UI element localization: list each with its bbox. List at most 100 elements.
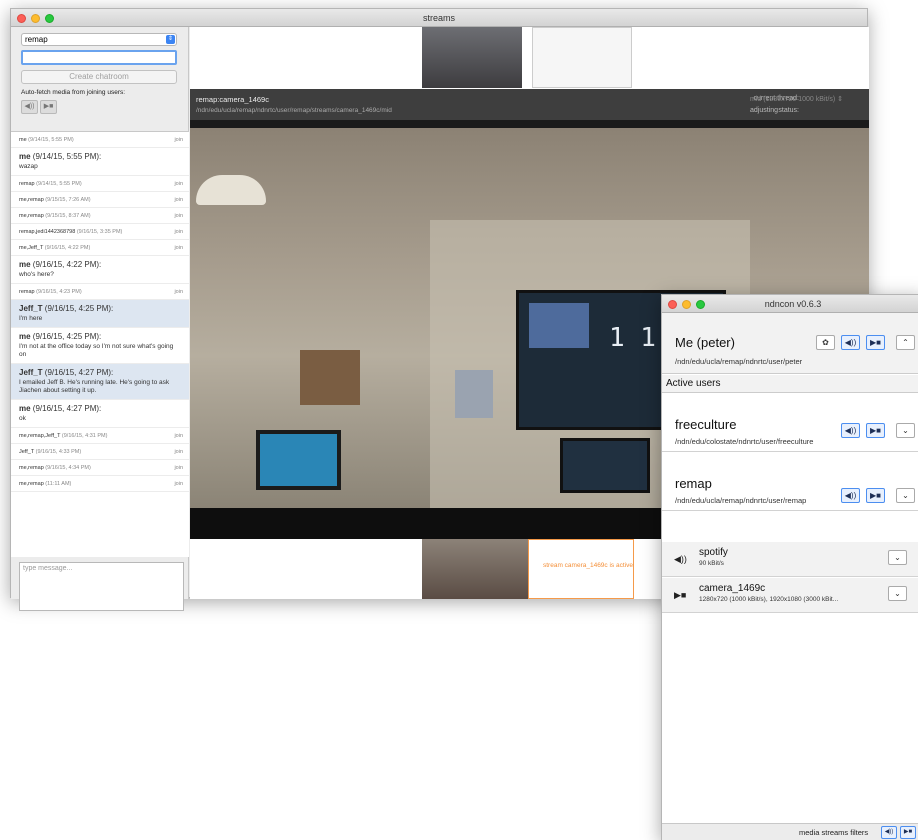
audio-filter-icon[interactable]: ◀)) [881,826,897,839]
chat-join-row: remap (9/14/15, 5:55 PM) join [11,176,189,192]
chat-user: me,remap [19,197,44,203]
join-link[interactable]: join [174,444,183,460]
chat-user: Jeff_T [19,368,43,377]
chat-message-row: me (9/16/15, 4:22 PM): who's here? [11,256,189,284]
chat-body: I'm here [19,315,43,322]
media-row-spotify[interactable]: ◀)) spotify 90 kBit/s ⌄ [662,542,918,577]
stream-thumbnail-crowd[interactable] [422,539,528,599]
chat-join-row: me,remap (9/15/15, 8:37 AM) join [11,208,189,224]
ndncon-window: ndncon v0.6.3 Me (peter) /ndn/edu/ucla/r… [661,294,918,840]
chat-time: (9/16/15, 3:35 PM) [76,229,123,235]
chat-time: (9/16/15, 4:23 PM) [36,289,82,295]
create-chatroom-button[interactable]: Create chatroom [21,70,177,84]
audio-icon[interactable]: ◀)) [841,488,860,503]
minimize-window-button[interactable] [682,300,691,309]
chat-header: me (9/14/15, 5:55 PM): [19,152,181,161]
join-link[interactable]: join [174,132,183,148]
gear-icon[interactable]: ✿ [816,335,835,350]
chatroom-name-input[interactable] [21,50,177,65]
join-link[interactable]: join [174,476,183,492]
join-link[interactable]: join [174,192,183,208]
me-section: Me (peter) /ndn/edu/ucla/remap/ndnrtc/us… [662,313,918,374]
chatroom-select[interactable]: remap ⇕ [21,33,177,46]
join-link[interactable]: join [174,460,183,476]
join-link[interactable]: join [174,224,183,240]
media-bitrate: 90 kBit/s [699,560,724,567]
zoom-window-button[interactable] [696,300,705,309]
chat-time: (9/16/15, 4:25 PM): [32,332,102,341]
autofetch-video-toggle[interactable]: ▶■ [40,100,57,114]
chat-user: remap,jedi1442368798 [19,229,76,235]
chat-body: I emailed Jeff B. He's running late. He'… [19,379,170,394]
chat-time: (9/16/15, 4:27 PM): [44,368,114,377]
video-icon[interactable]: ▶■ [866,423,885,438]
collapse-icon[interactable]: ⌄ [896,488,915,503]
video-lamp [196,175,266,205]
video-poster [300,350,360,405]
chat-message-row: me (9/14/15, 5:55 PM): wazap [11,148,189,176]
chat-join-row: me,remap (9/15/15, 7:26 AM) join [11,192,189,208]
collapse-icon[interactable]: ⌄ [896,423,915,438]
close-window-button[interactable] [17,14,26,23]
user-name: freeculture [675,417,737,432]
chat-user: me [19,152,31,161]
status-value: adjusting [750,107,779,114]
close-window-button[interactable] [668,300,677,309]
join-link[interactable]: join [174,176,183,192]
zoom-window-button[interactable] [45,14,54,23]
chat-header: me (9/16/15, 4:27 PM): [19,404,181,413]
ndncon-title-bar[interactable]: ndncon v0.6.3 [662,295,918,313]
user-row-freeculture[interactable]: freeculture /ndn/edu/colostate/ndnrtc/us… [662,393,918,452]
audio-icon: ◀)) [674,554,687,564]
chat-message-row: Jeff_T (9/16/15, 4:27 PM): I emailed Jeff… [11,364,189,400]
collapse-icon[interactable]: ⌄ [888,586,907,601]
chat-user: me,Jeff_T [19,245,44,251]
chat-join-row: me,remap (11:11 AM) join [11,476,189,492]
message-input[interactable]: type message... [19,562,184,611]
media-name: camera_1469c [699,583,766,594]
user-row-remap[interactable]: remap /ndn/edu/ucla/remap/ndnrtc/user/re… [662,452,918,511]
stream-info-bar: remap:camera_1469c /ndn/edu/ucla/remap/n… [190,89,869,120]
video-icon[interactable]: ▶■ [866,488,885,503]
chat-user: me [19,332,31,341]
autofetch-audio-toggle[interactable]: ◀)) [21,100,38,114]
minimize-window-button[interactable] [31,14,40,23]
audio-icon[interactable]: ◀)) [841,423,860,438]
thread-select[interactable]: mid (1280x720 1000 kBit/s) ⇕ [750,95,843,103]
chat-user: me [19,137,27,143]
media-filters-label: media streams filters [799,828,869,837]
video-icon: ▶■ [674,590,687,600]
chat-join-row: Jeff_T (9/16/15, 4:33 PM) join [11,444,189,460]
stream-thumbnail-screen[interactable] [532,27,632,88]
chat-join-row: remap,jedi1442368798 (9/16/15, 3:35 PM) j… [11,224,189,240]
user-path: /ndn/edu/ucla/remap/ndnrtc/user/remap [675,496,807,505]
user-path: /ndn/edu/colostate/ndnrtc/user/freecultu… [675,437,814,446]
video-filter-icon[interactable]: ▶■ [900,826,916,839]
stream-thumbnail-peter[interactable] [422,27,522,88]
video-icon[interactable]: ▶■ [866,335,885,350]
chat-message-row: Jeff_T (9/16/15, 4:25 PM): I'm here [11,300,189,328]
media-row-camera[interactable]: ▶■ camera_1469c 1280x720 (1000 kBit/s), … [662,578,918,613]
chat-log[interactable]: me (9/14/15, 5:55 PM) join me (9/14/15, 5:… [11,131,189,557]
join-link[interactable]: join [174,428,183,444]
me-name: Me (peter) [675,335,735,350]
user-name: remap [675,476,712,491]
ndncon-title: ndncon v0.6.3 [764,299,822,309]
video-poster [455,370,493,418]
audio-icon[interactable]: ◀)) [841,335,860,350]
join-link[interactable]: join [174,240,183,256]
join-link[interactable]: join [174,284,183,300]
video-tv-window [529,303,589,348]
join-link[interactable]: join [174,208,183,224]
chat-body: wazap [19,163,38,170]
chat-time: (9/16/15, 4:34 PM) [45,465,91,471]
window-title: streams [422,13,455,23]
expand-icon[interactable]: ⌃ [896,335,915,350]
chat-user: me [19,404,31,413]
title-bar[interactable]: streams [11,9,867,27]
chat-time: (9/15/15, 7:26 AM) [45,197,91,203]
chat-time: (9/14/15, 5:55 PM) [28,137,74,143]
collapse-icon[interactable]: ⌄ [888,550,907,565]
chevron-updown-icon: ⇕ [837,96,844,103]
chat-time: (9/16/15, 4:22 PM): [32,260,102,269]
